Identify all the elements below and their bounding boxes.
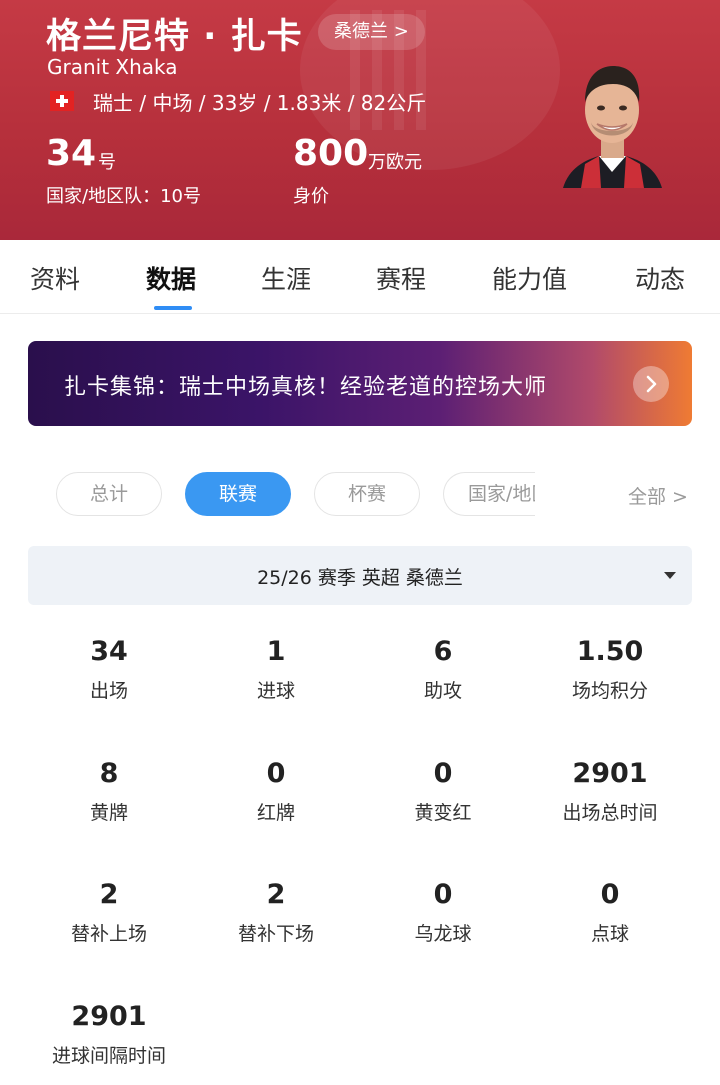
- stat-sub-off: 2 替补下场: [201, 879, 351, 946]
- caret-down-icon: [664, 572, 676, 579]
- stat-appearances: 34 出场: [34, 636, 184, 703]
- stat-goals: 1 进球: [201, 636, 351, 703]
- stat-label: 乌龙球: [414, 923, 472, 945]
- stat-yellow-cards: 8 黄牌: [34, 758, 184, 825]
- market-value: 800: [293, 133, 369, 174]
- stat-sub-on: 2 替补上场: [34, 879, 184, 946]
- active-tab-indicator: [154, 306, 192, 310]
- stat-value: 2: [99, 879, 119, 910]
- stat-label: 黄变红: [414, 802, 472, 824]
- stat-value: 0: [600, 879, 620, 910]
- player-name-cn: 格兰尼特 · 扎卡: [46, 17, 303, 57]
- player-name-en: Granit Xhaka: [47, 55, 178, 79]
- stat-value: 8: [99, 758, 119, 789]
- swiss-flag-icon: [50, 91, 74, 111]
- player-bio: 瑞士 / 中场 / 33岁 / 1.83米 / 82公斤: [93, 91, 427, 115]
- tab-ability[interactable]: 能力值: [492, 260, 567, 296]
- filter-chips: 总计 联赛 杯赛 国家/地区队 全部 >: [0, 472, 720, 518]
- stat-penalties: 0 点球: [535, 879, 685, 946]
- chip-league[interactable]: 联赛: [185, 472, 291, 516]
- season-label: 25/26 赛季 英超 桑德兰: [257, 567, 463, 589]
- market-value-unit: 万欧元: [368, 152, 422, 173]
- player-header: 格兰尼特 · 扎卡 桑德兰 > Granit Xhaka 瑞士 / 中场 / 3…: [0, 0, 720, 240]
- stat-label: 场均积分: [571, 680, 648, 702]
- stat-label: 进球: [256, 680, 295, 702]
- stat-value: 1.50: [576, 636, 644, 667]
- player-avatar: [563, 66, 662, 188]
- show-all-button[interactable]: 全部 >: [628, 482, 688, 509]
- chip-national-team[interactable]: 国家/地区队: [443, 472, 535, 516]
- season-selector[interactable]: 25/26 赛季 英超 桑德兰: [28, 546, 692, 605]
- stat-assists: 6 助攻: [368, 636, 518, 703]
- stat-label: 红牌: [256, 802, 295, 824]
- stat-value: 0: [266, 758, 286, 789]
- banner-text: 扎卡集锦：瑞士中场真核！经验老道的控场大师: [64, 375, 548, 400]
- stat-minutes-per-goal: 2901 进球间隔时间: [34, 1001, 184, 1068]
- stat-value: 2: [266, 879, 286, 910]
- stat-label: 助攻: [423, 680, 462, 702]
- stat-value: 2901: [71, 1001, 147, 1032]
- shirt-number: 34: [46, 133, 97, 174]
- stat-label: 出场总时间: [562, 802, 658, 824]
- stat-label: 替补下场: [237, 923, 314, 945]
- tab-bar: 资料 数据 生涯 赛程 能力值 动态: [0, 240, 720, 314]
- stat-value: 2901: [572, 758, 648, 789]
- stat-own-goals: 0 乌龙球: [368, 879, 518, 946]
- stat-value: 34: [90, 636, 128, 667]
- chip-total[interactable]: 总计: [56, 472, 162, 516]
- stat-second-yellow: 0 黄变红: [368, 758, 518, 825]
- chip-cup[interactable]: 杯赛: [314, 472, 420, 516]
- tab-stats[interactable]: 数据: [146, 260, 196, 296]
- banner-go-button[interactable]: [633, 366, 669, 402]
- stat-value: 0: [433, 758, 453, 789]
- stat-value: 0: [433, 879, 453, 910]
- stat-label: 进球间隔时间: [51, 1045, 166, 1067]
- stat-label: 黄牌: [89, 802, 128, 824]
- stat-value: 6: [433, 636, 453, 667]
- stat-label: 出场: [89, 680, 128, 702]
- stat-value: 1: [266, 636, 286, 667]
- shirt-number-unit: 号: [98, 152, 116, 173]
- stat-minutes-played: 2901 出场总时间: [535, 758, 685, 825]
- tab-career[interactable]: 生涯: [261, 260, 311, 296]
- national-team-number: 国家/地区队：10号: [46, 186, 201, 207]
- tab-news[interactable]: 动态: [635, 260, 685, 296]
- club-link-button[interactable]: 桑德兰 >: [318, 14, 425, 50]
- stat-red-cards: 0 红牌: [201, 758, 351, 825]
- stat-points-per-game: 1.50 场均积分: [535, 636, 685, 703]
- stat-label: 点球: [590, 923, 629, 945]
- stat-label: 替补上场: [70, 923, 147, 945]
- market-value-label: 身价: [293, 186, 329, 207]
- tab-schedule[interactable]: 赛程: [376, 260, 426, 296]
- tab-profile[interactable]: 资料: [30, 260, 80, 296]
- chevron-right-icon: [646, 375, 657, 393]
- highlights-banner[interactable]: 扎卡集锦：瑞士中场真核！经验老道的控场大师: [28, 341, 692, 426]
